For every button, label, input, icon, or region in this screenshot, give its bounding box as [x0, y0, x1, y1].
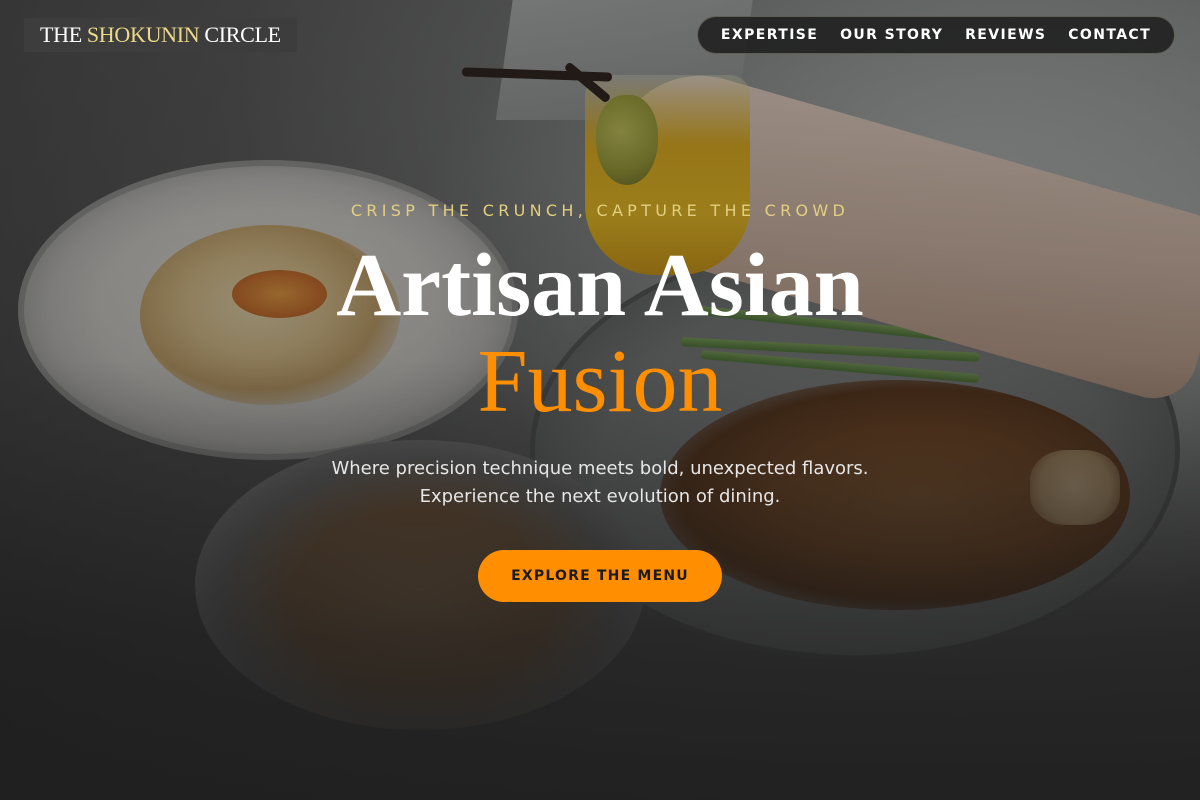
explore-menu-button[interactable]: EXPLORE THE MENU: [478, 550, 722, 602]
hero-title-line-1: Artisan Asian: [336, 236, 864, 335]
hero-section: CRISP THE CRUNCH, CAPTURE THE CROWD Arti…: [0, 0, 1200, 800]
hero-title-line-2: Fusion: [477, 332, 723, 431]
hero-subtitle-line-2: Experience the next evolution of dining.: [419, 486, 781, 507]
hero-subtitle: Where precision technique meets bold, un…: [0, 455, 1200, 511]
hero-subtitle-line-1: Where precision technique meets bold, un…: [331, 458, 869, 479]
hero-tagline: CRISP THE CRUNCH, CAPTURE THE CROWD: [350, 201, 850, 220]
